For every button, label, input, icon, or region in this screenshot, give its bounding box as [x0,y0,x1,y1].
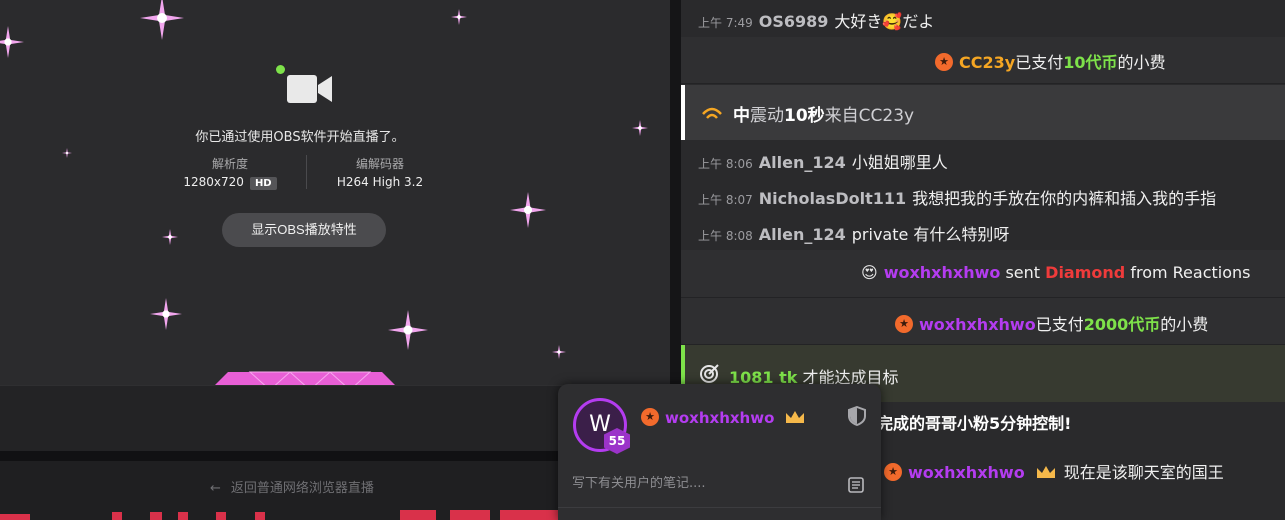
user-note-input[interactable] [572,476,832,491]
note-icon[interactable] [848,477,864,493]
codec-label: 编解码器 [355,157,404,171]
sparkle-icon [0,26,24,58]
diamond-gem-icon [215,371,395,385]
chat-message: 上午 8:06 Allen_124 小姐姐哪里人 [698,149,1285,173]
reaction-notification: 😍 woxhxhxhwo sent Diamond from Reactions [681,250,1285,298]
tipper-username[interactable]: CC23y [959,53,1015,72]
sparkle-icon [140,0,184,40]
resolution-label: 解析度 [211,157,248,171]
live-status-message: 你已通过使用OBS软件开始直播了。 [195,130,405,145]
coin-icon [895,315,913,333]
message-username[interactable]: Allen_124 [759,153,846,172]
broadcast-preview: 你已通过使用OBS软件开始直播了。 解析度 1280x720 HD 编解码器 H2… [0,0,670,385]
vibration-notification: 中震动10秒来自CC23y [681,85,1285,140]
reaction-source: from Reactions [1130,263,1251,282]
return-to-browser-broadcast-link[interactable]: ← 返回普通网络浏览器直播 [210,477,374,496]
resolution-value: 1280x720 [183,175,244,189]
target-icon [700,364,719,383]
sparkle-icon [388,310,428,350]
tip-notification: woxhxhxhwo已支付2000代币的小费 [681,298,1285,345]
sparkle-icon [510,192,546,228]
message-timestamp: 上午 8:08 [698,229,753,243]
sparkle-icon [632,120,648,136]
message-username[interactable]: NicholasDolt111 [759,189,906,208]
tip-suffix: 的小费 [1160,315,1209,334]
sparkle-icon [552,345,566,359]
message-text: 我想把我的手放在你的内裤和插入我的手指 [912,189,1217,208]
vibration-level: 中 [733,106,750,126]
user-popup-card: W 55 woxhxhxhwo [558,384,881,520]
message-username[interactable]: Allen_124 [759,225,846,244]
sparkle-icon [162,229,178,245]
card-divider [558,507,881,508]
tip-prefix: 已支付 [1015,53,1064,72]
goal-description: 完成的哥哥小粉5分钟控制! [877,414,1072,433]
sparkle-icon [451,9,467,25]
codec-info: 编解码器 H264 High 3.2 [320,155,440,189]
tip-prefix: 已支付 [1035,315,1084,334]
camera-icon [287,75,332,103]
popup-user-name: woxhxhxhwo [641,408,805,427]
app-root: 你已通过使用OBS软件开始直播了。 解析度 1280x720 HD 编解码器 H2… [0,0,1285,520]
chat-message: 上午 8:08 Allen_124 private 有什么特别呀 [698,221,1285,245]
crown-icon [1036,466,1055,478]
king-username[interactable]: woxhxhxhwo [908,463,1025,482]
tip-notification: CC23y已支付10代币的小费 [681,37,1285,84]
vibration-from: 来自 [824,106,859,126]
coin-icon [884,463,902,481]
king-text: 现在是该聊天室的国王 [1063,463,1224,482]
message-username[interactable]: OS6989 [759,12,829,31]
sparkle-icon [62,148,72,158]
message-text: 小姐姐哪里人 [851,153,948,172]
decorative-text-fragment [0,510,560,520]
return-link-label: 返回普通网络浏览器直播 [230,481,374,496]
tip-suffix: 的小费 [1117,53,1166,72]
vibration-user[interactable]: CC23y [859,106,914,126]
reaction-sent: sent [1005,263,1041,282]
shield-icon[interactable] [848,406,866,426]
coin-icon [641,408,659,426]
sparkle-icon [150,298,182,330]
heart-eyes-emoji-icon: 😍 [861,263,878,282]
message-text: private 有什么特别呀 [851,225,1010,244]
tip-amount: 2000代币 [1083,315,1161,334]
reaction-username[interactable]: woxhxhxhwo [884,263,1001,282]
show-obs-features-button[interactable]: 显示OBS播放特性 [222,213,386,247]
chat-message: 上午 8:07 NicholasDolt111 我想把我的手放在你的内裤和插入我的手… [698,185,1285,209]
vibration-duration: 10秒 [784,106,825,126]
popup-username[interactable]: woxhxhxhwo [665,409,774,427]
reaction-item: Diamond [1045,263,1126,282]
codec-value: H264 High 3.2 [336,175,424,189]
hd-badge: HD [249,177,277,190]
vibration-label: 震动 [750,106,784,126]
message-text: 大好き🥰だよ [834,12,935,31]
king-notification: woxhxhxhwo 现在是该聊天室的国王 [884,459,1285,483]
message-timestamp: 上午 8:06 [698,157,753,171]
arrow-left-icon: ← [210,481,221,496]
message-timestamp: 上午 7:49 [698,16,753,30]
crown-icon [786,411,805,423]
coin-icon [935,53,953,71]
tipper-username[interactable]: woxhxhxhwo [919,315,1036,334]
message-timestamp: 上午 8:07 [698,193,753,207]
live-status-dot [276,65,285,74]
tip-amount: 10代币 [1063,53,1118,72]
spec-divider [306,155,307,189]
resolution-info: 解析度 1280x720 HD [170,155,290,190]
chat-message: 上午 7:49 OS6989 大好き🥰だよ [698,8,1285,32]
vibration-wave-icon [702,107,722,119]
